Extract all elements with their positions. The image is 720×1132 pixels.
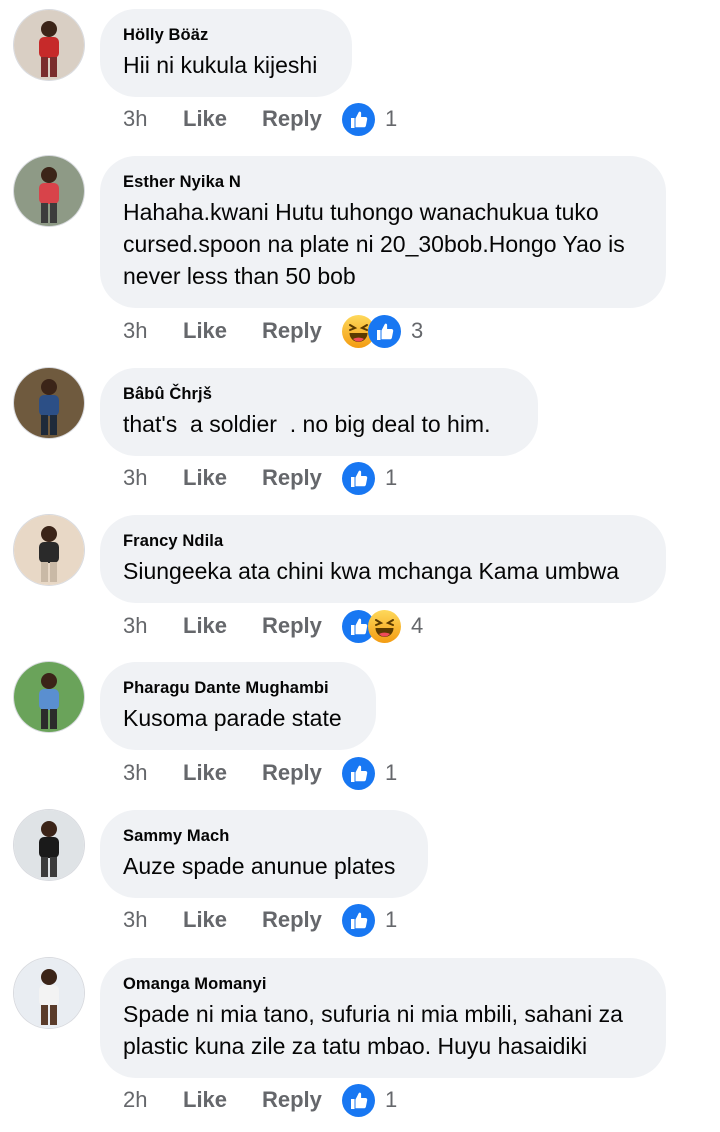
- like-icon: [342, 1083, 375, 1117]
- comment-bubble: Omanga Momanyi Spade ni mia tano, sufuria…: [100, 958, 666, 1078]
- like-button[interactable]: Like: [183, 106, 262, 132]
- comment-actions: 2h Like Reply 1: [123, 1083, 397, 1117]
- reply-button[interactable]: Reply: [262, 465, 342, 491]
- comment-actions: 3h Like Reply 3: [123, 314, 423, 348]
- comment-bubble: Pharagu Dante Mughambi Kusoma parade stat…: [100, 662, 376, 750]
- comment-text: Kusoma parade state: [123, 705, 342, 731]
- avatar[interactable]: [14, 810, 84, 880]
- avatar[interactable]: [14, 662, 84, 732]
- avatar[interactable]: [14, 368, 84, 438]
- comment-actions: 3h Like Reply 4: [123, 609, 423, 643]
- comment-bubble: Sammy Mach Auze spade anunue plates: [100, 810, 428, 898]
- reaction-summary[interactable]: 1: [342, 1083, 398, 1117]
- reply-button[interactable]: Reply: [262, 106, 342, 132]
- like-icon: [368, 314, 401, 348]
- like-button[interactable]: Like: [183, 907, 262, 933]
- like-icon: [342, 102, 375, 136]
- reaction-count: 1: [385, 465, 398, 490]
- comment-actions: 3h Like Reply 1: [123, 102, 397, 136]
- comment-text: Auze spade anunue plates: [123, 853, 396, 879]
- comment-text: that's a soldier . no big deal to him.: [123, 411, 491, 437]
- comment-text: Siungeeka ata chini kwa mchanga Kama umb…: [123, 558, 620, 584]
- like-button[interactable]: Like: [183, 760, 262, 786]
- comment-bubble: Francy Ndila Siungeeka ata chini kwa mcha…: [100, 515, 666, 603]
- haha-icon: [368, 609, 401, 643]
- comment-bubble: Esther Nyika N Hahaha.kwani Hutu tuhongo …: [100, 156, 666, 308]
- comment-timestamp[interactable]: 3h: [123, 760, 183, 786]
- reaction-summary[interactable]: 1: [342, 461, 398, 495]
- reaction-count: 1: [385, 106, 398, 131]
- reaction-count: 1: [385, 1087, 398, 1112]
- comment-author[interactable]: Sammy Mach: [123, 826, 404, 846]
- reaction-summary[interactable]: 1: [342, 903, 398, 937]
- like-button[interactable]: Like: [183, 318, 262, 344]
- reaction-count: 1: [385, 907, 398, 932]
- reply-button[interactable]: Reply: [262, 1087, 342, 1113]
- reply-button[interactable]: Reply: [262, 613, 342, 639]
- reaction-summary[interactable]: 1: [342, 102, 398, 136]
- comment-author[interactable]: Esther Nyika N: [123, 172, 642, 192]
- comment-bubble: Hölly Böäz Hii ni kukula kijeshi: [100, 9, 352, 97]
- like-icon: [342, 903, 375, 937]
- comment-feed: Hölly Böäz Hii ni kukula kijeshi 3h Like Rep…: [0, 0, 720, 1132]
- reply-button[interactable]: Reply: [262, 907, 342, 933]
- reaction-summary[interactable]: 1: [342, 756, 398, 790]
- comment-bubble: Bâbû Čhrjš that's a soldier . no big deal…: [100, 368, 538, 456]
- reaction-summary[interactable]: 3: [342, 314, 424, 348]
- comment-actions: 3h Like Reply 1: [123, 903, 397, 937]
- comment-text: Spade ni mia tano, sufuria ni mia mbili,…: [123, 1001, 623, 1059]
- avatar[interactable]: [14, 156, 84, 226]
- comment-timestamp[interactable]: 3h: [123, 465, 183, 491]
- reply-button[interactable]: Reply: [262, 318, 342, 344]
- comment-timestamp[interactable]: 3h: [123, 907, 183, 933]
- reaction-summary[interactable]: 4: [342, 609, 424, 643]
- comment-timestamp[interactable]: 3h: [123, 613, 183, 639]
- comment-timestamp[interactable]: 3h: [123, 318, 183, 344]
- like-icon: [342, 756, 375, 790]
- like-button[interactable]: Like: [183, 1087, 262, 1113]
- reaction-count: 4: [411, 613, 424, 638]
- comment-author[interactable]: Omanga Momanyi: [123, 974, 642, 994]
- reaction-count: 1: [385, 760, 398, 785]
- comment-timestamp[interactable]: 3h: [123, 106, 183, 132]
- reply-button[interactable]: Reply: [262, 760, 342, 786]
- comment-actions: 3h Like Reply 1: [123, 756, 397, 790]
- comment-author[interactable]: Bâbû Čhrjš: [123, 384, 514, 404]
- comment-timestamp[interactable]: 2h: [123, 1087, 183, 1113]
- avatar[interactable]: [14, 10, 84, 80]
- like-button[interactable]: Like: [183, 465, 262, 491]
- like-icon: [342, 461, 375, 495]
- like-button[interactable]: Like: [183, 613, 262, 639]
- comment-author[interactable]: Hölly Böäz: [123, 25, 328, 45]
- comment-author[interactable]: Francy Ndila: [123, 531, 642, 551]
- comment-text: Hahaha.kwani Hutu tuhongo wanachukua tuk…: [123, 199, 625, 289]
- reaction-count: 3: [411, 318, 424, 343]
- comment-actions: 3h Like Reply 1: [123, 461, 397, 495]
- avatar[interactable]: [14, 515, 84, 585]
- comment-text: Hii ni kukula kijeshi: [123, 52, 318, 78]
- comment-author[interactable]: Pharagu Dante Mughambi: [123, 678, 352, 698]
- avatar[interactable]: [14, 958, 84, 1028]
